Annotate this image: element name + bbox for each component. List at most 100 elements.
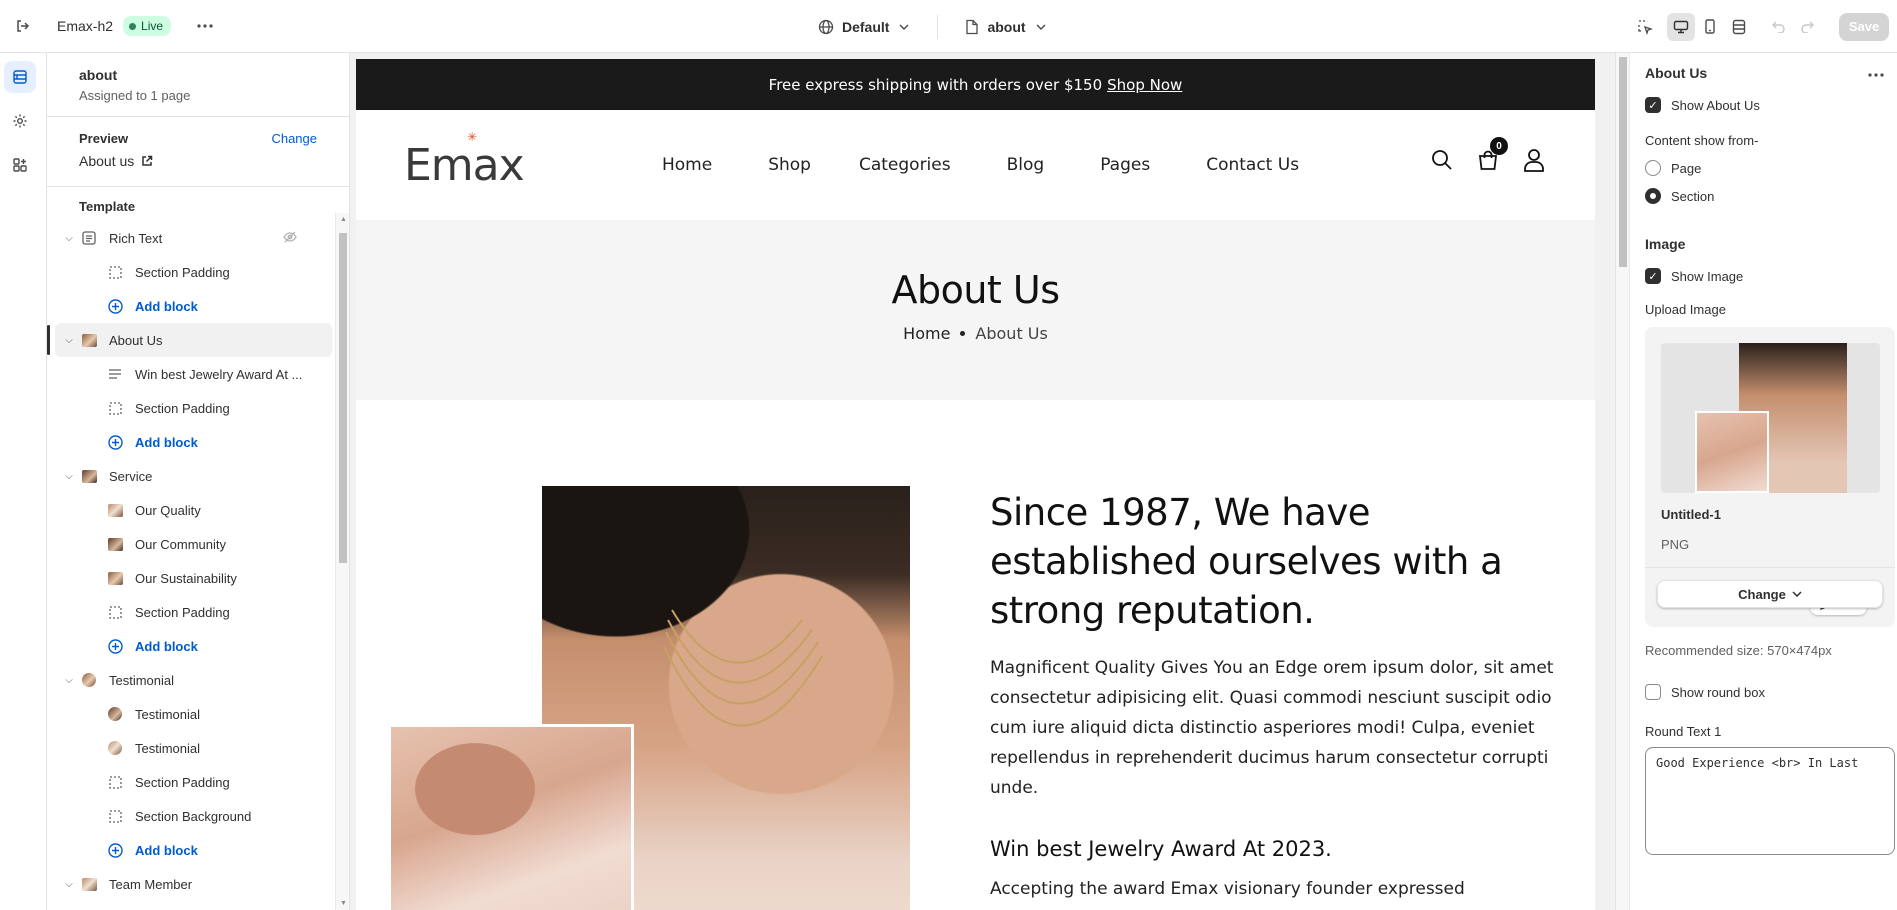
preview-page-link[interactable]: About us — [79, 153, 317, 169]
redo-icon[interactable] — [1793, 13, 1821, 41]
checkmark-icon[interactable]: ✓ — [1645, 97, 1661, 113]
nav-contact[interactable]: Contact Us — [1206, 155, 1299, 175]
chevron-down-icon[interactable]: ⌵ — [63, 471, 75, 482]
nav-home[interactable]: Home — [662, 155, 712, 175]
add-block-label: Add block — [135, 298, 198, 314]
theme-selector[interactable]: Default — [818, 19, 909, 35]
section-label: Team Member — [109, 876, 193, 892]
add-block-button[interactable]: Add block — [47, 425, 349, 459]
add-block-button[interactable]: Add block — [47, 289, 349, 323]
checkbox-empty-icon[interactable] — [1645, 684, 1661, 700]
cart-icon[interactable]: 0 — [1477, 137, 1508, 176]
section-testimonial[interactable]: ⌵ Testimonial — [47, 663, 349, 697]
add-block-button[interactable]: Add block — [47, 833, 349, 867]
block-label: Section Padding — [135, 604, 230, 620]
chevron-down-icon[interactable]: ⌵ — [63, 335, 75, 346]
panel-scrollbar[interactable]: ▲ ▼ — [335, 213, 349, 910]
section-rich-text[interactable]: ⌵ Rich Text — [47, 221, 349, 255]
announcement-link[interactable]: Shop Now — [1107, 76, 1182, 94]
scrollbar-thumb[interactable] — [339, 233, 347, 563]
show-about-checkbox[interactable]: ✓ Show About Us — [1645, 91, 1884, 119]
block-section-background[interactable]: Section Background — [47, 799, 349, 833]
settings-title: About Us — [1645, 65, 1708, 81]
more-options-icon[interactable] — [1868, 64, 1884, 82]
checkmark-icon[interactable]: ✓ — [1645, 268, 1661, 284]
block-label: Testimonial — [135, 706, 201, 722]
block-award-text[interactable]: Win best Jewelry Award At ... — [47, 357, 349, 391]
block-testimonial[interactable]: Testimonial — [47, 697, 349, 731]
desktop-view-icon[interactable] — [1667, 12, 1695, 41]
preview-canvas: Free express shipping with orders over $… — [350, 53, 1615, 910]
more-actions-icon[interactable] — [191, 12, 219, 40]
change-label: Change — [1738, 586, 1786, 602]
save-button[interactable]: Save — [1839, 12, 1889, 41]
radio-page[interactable]: Page — [1645, 154, 1884, 182]
announcement-text: Free express shipping with orders over $… — [768, 75, 1103, 94]
content-from-label: Content show from- — [1645, 133, 1759, 148]
mobile-view-icon[interactable] — [1696, 13, 1724, 41]
add-block-button[interactable]: Add block — [47, 629, 349, 663]
sections-panel: about Assigned to 1 page Preview Change … — [47, 53, 350, 910]
settings-panel: About Us ✓ Show About Us Content show fr… — [1615, 53, 1897, 910]
thumbnail-secondary — [1695, 411, 1769, 493]
chevron-down-icon[interactable]: ⌵ — [63, 675, 75, 686]
eye-off-icon[interactable] — [283, 231, 297, 246]
sections-icon[interactable] — [4, 61, 36, 93]
settings-scrollbar[interactable] — [1616, 53, 1630, 910]
block-section-padding[interactable]: Section Padding — [47, 765, 349, 799]
undo-icon[interactable] — [1765, 13, 1793, 41]
search-icon[interactable] — [1431, 149, 1453, 176]
nav-blog[interactable]: Blog — [1007, 155, 1045, 175]
block-our-quality[interactable]: Our Quality — [47, 493, 349, 527]
radio-page-label: Page — [1671, 160, 1702, 176]
page-selector[interactable]: about — [965, 19, 1046, 35]
block-section-padding[interactable]: Section Padding — [47, 391, 349, 425]
show-image-label: Show Image — [1671, 268, 1744, 284]
image-group-title: Image — [1645, 236, 1686, 252]
nav-categories[interactable]: Categories — [859, 155, 951, 175]
about-paragraph: Magnificent Quality Gives You an Edge or… — [990, 658, 1554, 798]
section-service[interactable]: ⌵ Service — [47, 459, 349, 493]
preview-block: Preview Change About us — [47, 117, 349, 187]
radio-on-icon[interactable] — [1645, 188, 1661, 204]
block-testimonial[interactable]: Testimonial — [47, 731, 349, 765]
block-our-sustainability[interactable]: Our Sustainability — [47, 561, 349, 595]
upload-image-label: Upload Image — [1645, 302, 1726, 317]
section-team-member[interactable]: ⌵ Team Member — [47, 867, 349, 901]
section-label: About Us — [109, 332, 163, 348]
block-label: Section Padding — [135, 400, 230, 416]
inspector-icon[interactable] — [1631, 13, 1659, 41]
nav-shop[interactable]: Shop — [768, 155, 811, 175]
add-block-label: Add block — [135, 842, 198, 858]
show-image-checkbox[interactable]: ✓ Show Image — [1645, 262, 1884, 290]
store-name: Emax-h2 — [57, 18, 114, 34]
section-label: Service — [109, 468, 153, 484]
chevron-down-icon[interactable]: ⌵ — [63, 879, 75, 890]
block-section-padding[interactable]: Section Padding — [47, 595, 349, 629]
change-image-button[interactable]: Change — [1657, 580, 1883, 608]
settings-icon[interactable] — [4, 105, 36, 137]
radio-section[interactable]: Section — [1645, 182, 1884, 210]
section-about-us[interactable]: ⌵ About Us — [47, 323, 332, 357]
account-icon[interactable] — [1523, 148, 1545, 177]
section-thumbnail — [81, 332, 97, 348]
breadcrumb-home[interactable]: Home — [903, 324, 950, 343]
fullscreen-icon[interactable] — [1725, 13, 1753, 41]
store-logo[interactable]: Emax ✳ — [404, 130, 525, 191]
apps-icon[interactable] — [4, 149, 36, 181]
scroll-up-icon[interactable]: ▲ — [340, 216, 347, 223]
scrollbar-thumb[interactable] — [1619, 57, 1627, 267]
block-our-community[interactable]: Our Community — [47, 527, 349, 561]
image-thumbnail[interactable] — [1661, 343, 1880, 493]
preview-change-link[interactable]: Change — [271, 131, 317, 146]
block-section-padding[interactable]: Section Padding — [47, 255, 349, 289]
exit-icon[interactable] — [8, 12, 36, 40]
show-round-box-checkbox[interactable]: Show round box — [1645, 678, 1884, 706]
scroll-down-icon[interactable]: ▼ — [340, 900, 347, 907]
radio-off-icon[interactable] — [1645, 160, 1661, 176]
chevron-down-icon[interactable]: ⌵ — [63, 233, 75, 244]
block-thumbnail — [107, 570, 123, 586]
nav-pages[interactable]: Pages — [1100, 155, 1150, 175]
block-label: Testimonial — [135, 740, 201, 756]
round-text-field[interactable]: Good Experience <br> In Last — [1645, 747, 1895, 855]
